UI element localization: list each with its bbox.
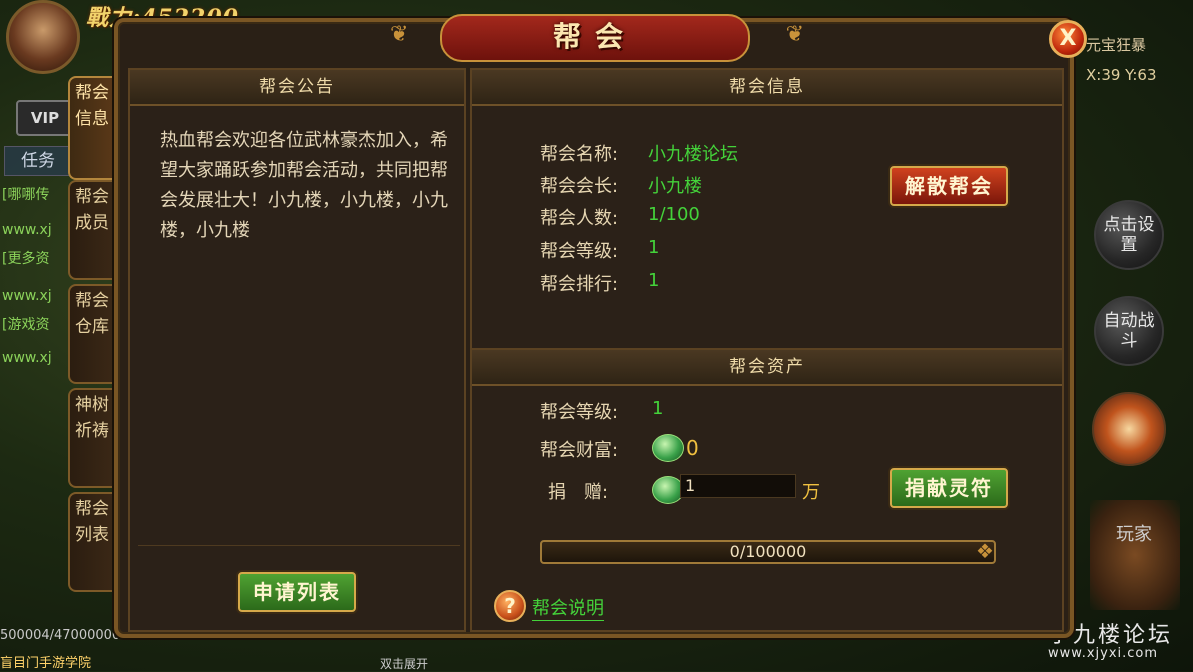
close-button[interactable]: X bbox=[1049, 20, 1087, 58]
guild-leader-label: 帮会会长: bbox=[540, 176, 619, 197]
player-menu-button[interactable]: 玩家 bbox=[1090, 500, 1180, 610]
tab-guild-members[interactable]: 帮会成员 bbox=[68, 180, 114, 280]
disband-guild-button[interactable]: 解散帮会 bbox=[890, 166, 1008, 206]
guild-name-label: 帮会名称: bbox=[540, 144, 619, 165]
chat-line: www.xj bbox=[2, 288, 52, 304]
yuanbao-frenzy-label[interactable]: 元宝狂暴 bbox=[1086, 34, 1186, 55]
guild-members-label: 帮会人数: bbox=[540, 208, 619, 229]
guild-exp-progress-bar: 0/100000 bbox=[540, 540, 996, 564]
assets-level-label: 帮会等级: bbox=[540, 402, 619, 423]
guild-level-label: 帮会等级: bbox=[540, 241, 619, 262]
school-label: 盲目门手游学院 bbox=[0, 656, 92, 671]
settings-round-button[interactable]: 点击设置 bbox=[1094, 200, 1164, 270]
tab-guild-info[interactable]: 帮会信息 bbox=[68, 76, 114, 180]
chat-line: [更多资 bbox=[2, 251, 50, 267]
assets-level-value: 1 bbox=[652, 398, 664, 419]
progress-ornament-right: ❖ bbox=[976, 539, 994, 563]
watermark-url: www.xjyxi.com bbox=[1048, 646, 1159, 661]
guild-rank-value: 1 bbox=[648, 270, 660, 291]
progress-text: 0/100000 bbox=[729, 542, 807, 561]
guild-level-value: 1 bbox=[648, 237, 660, 258]
tab-guild-list[interactable]: 帮会列表 bbox=[68, 492, 114, 592]
guild-info-header: 帮会信息 bbox=[472, 70, 1062, 106]
auto-battle-round-button[interactable]: 自动战斗 bbox=[1094, 296, 1164, 366]
notice-text: 热血帮会欢迎各位武林豪杰加入，希望大家踊跃参加帮会活动，共同把帮会发展壮大！小九… bbox=[160, 130, 448, 241]
notice-header: 帮会公告 bbox=[130, 70, 464, 106]
tab-guild-warehouse[interactable]: 帮会仓库 bbox=[68, 284, 114, 384]
exp-readout: 500004/47000000 bbox=[0, 628, 121, 643]
donate-label: 捐 赠: bbox=[548, 482, 609, 503]
expand-hint[interactable]: 双击展开 bbox=[380, 655, 428, 672]
donate-unit: 万 bbox=[802, 482, 820, 503]
guild-assets-header: 帮会资产 bbox=[472, 350, 1062, 386]
skill-icon[interactable] bbox=[1092, 392, 1166, 466]
guild-wealth-value: 0 bbox=[686, 436, 699, 460]
title-ornament-right: ❦ bbox=[785, 22, 804, 47]
tab-sacred-tree-prayer[interactable]: 神树祈祷 bbox=[68, 388, 114, 488]
map-coordinates: X:39 Y:63 bbox=[1086, 66, 1157, 84]
chat-line: [哪哪传 bbox=[2, 187, 50, 203]
guild-wealth-label: 帮会财富: bbox=[540, 440, 619, 461]
help-icon[interactable]: ? bbox=[494, 590, 526, 622]
vip-button[interactable]: VIP bbox=[16, 100, 74, 136]
donate-talisman-button[interactable]: 捐献灵符 bbox=[890, 468, 1008, 508]
window-title-plate: 帮会 bbox=[440, 14, 750, 62]
spirit-talisman-icon bbox=[652, 434, 684, 462]
window-title: 帮会 bbox=[552, 20, 637, 53]
notice-divider bbox=[138, 545, 460, 546]
chat-line: www.xj bbox=[2, 350, 52, 366]
task-button[interactable]: 任务 bbox=[4, 146, 72, 176]
guild-help-link[interactable]: 帮会说明 bbox=[532, 594, 604, 621]
guild-members-value: 1/100 bbox=[648, 204, 700, 225]
guild-leader-value: 小九楼 bbox=[648, 176, 702, 197]
chat-line: [游戏资 bbox=[2, 317, 50, 333]
guild-name-value: 小九楼论坛 bbox=[648, 144, 738, 165]
player-avatar[interactable] bbox=[6, 0, 80, 74]
player-label: 玩家 bbox=[1116, 524, 1152, 545]
chat-line: www.xj bbox=[2, 222, 52, 238]
donate-amount-input[interactable]: 1 bbox=[680, 474, 796, 498]
apply-list-button[interactable]: 申请列表 bbox=[238, 572, 356, 612]
guild-rank-label: 帮会排行: bbox=[540, 274, 619, 295]
